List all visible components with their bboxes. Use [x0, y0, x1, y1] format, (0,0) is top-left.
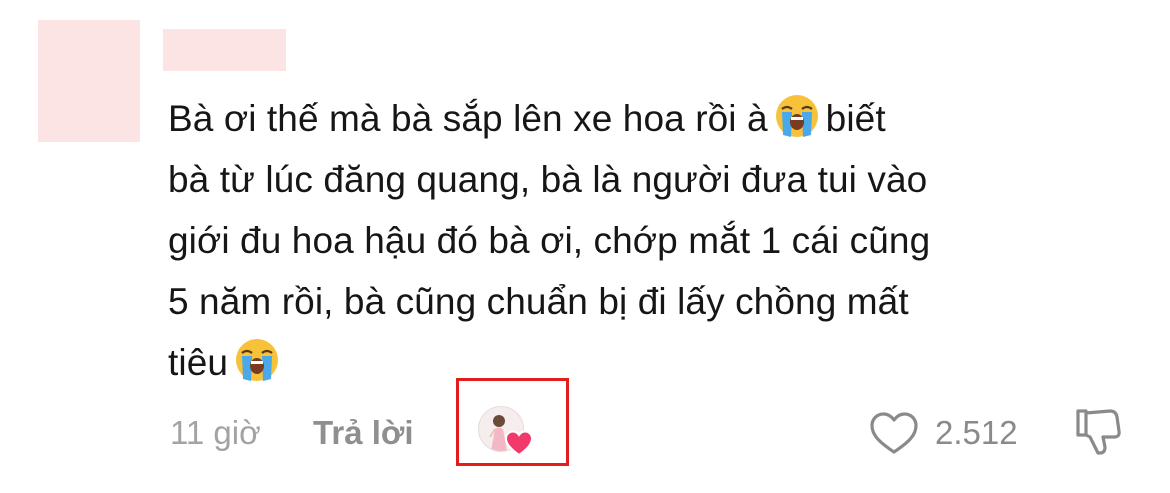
- creator-liked-highlight: [456, 378, 569, 466]
- commenter-avatar[interactable]: [38, 20, 140, 142]
- comment-timestamp: 11 giờ: [170, 414, 261, 451]
- comment: Bà ơi thế mà bà sắp lên xe hoa rồi à biế…: [0, 0, 1170, 493]
- creator-heart-icon: [505, 430, 533, 456]
- comment-line-4: 5 năm rồi, bà cũng chuẩn bị đi lấy chồng…: [168, 281, 909, 322]
- comment-line-2: bà từ lúc đăng quang, bà là người đưa tu…: [168, 159, 928, 200]
- like-count: 2.512: [935, 414, 1018, 451]
- heart-outline-icon[interactable]: [869, 411, 919, 455]
- thumbs-down-icon[interactable]: [1072, 405, 1124, 457]
- comment-line-5: tiêu: [168, 332, 1128, 393]
- loudly-crying-face-icon: [775, 95, 818, 137]
- comment-line-1: Bà ơi thế mà bà sắp lên xe hoa rồi à biế…: [168, 88, 1128, 149]
- comment-line-3: giới đu hoa hậu đó bà ơi, chớp mắt 1 cái…: [168, 220, 931, 261]
- reply-button[interactable]: Trả lời: [313, 414, 414, 452]
- commenter-username[interactable]: [163, 29, 286, 71]
- comment-text: Bà ơi thế mà bà sắp lên xe hoa rồi à biế…: [168, 88, 1128, 393]
- loudly-crying-face-icon: [236, 339, 279, 381]
